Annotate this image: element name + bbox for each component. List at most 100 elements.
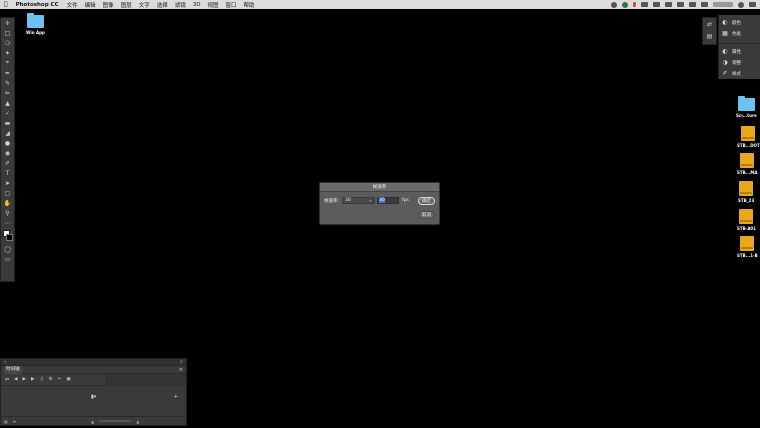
screenmode-icon[interactable]: ▭ [1,254,14,264]
path-select-icon[interactable]: ➤ [1,178,14,188]
desktop-drive-5[interactable]: STB...1-B [737,236,758,258]
notification-icon[interactable] [749,2,756,7]
move-icon[interactable]: ✛ [1,18,14,28]
menu-layer[interactable]: 图层 [121,1,132,9]
tab-timeline[interactable]: 时间轴 [4,365,22,374]
styles-icon: ✐ [722,70,728,77]
airplay-icon[interactable] [653,2,660,7]
brush-icon[interactable]: ✏ [1,88,14,98]
menu-file[interactable]: 文件 [67,1,78,9]
zoom-in-icon[interactable]: ▲ [136,419,139,424]
eyedropper-icon[interactable]: ✒ [1,68,14,78]
gradient-icon[interactable]: ◢ [1,128,14,138]
eraser-icon[interactable]: ▬ [1,118,14,128]
dodge-icon[interactable]: ◉ [1,148,14,158]
info-icon[interactable]: ▤ [703,30,716,42]
transition-icon[interactable]: ▣ [66,377,70,382]
pen-icon[interactable]: ✐ [1,158,14,168]
colors-icon[interactable] [1,228,14,244]
folder-icon [26,13,44,28]
frame-rate-input[interactable]: 30 [377,197,400,204]
zoom-out-icon[interactable]: ▲ [91,419,94,424]
zoom-slider[interactable] [99,420,132,422]
display-icon[interactable] [641,2,648,7]
convert-icon[interactable]: ▦ [4,419,8,424]
frame-rate-select[interactable]: 30 ⌄ [342,197,376,204]
play-icon[interactable]: ▶ [23,377,26,382]
history-brush-icon[interactable]: ✓ [1,108,14,118]
menu-edit[interactable]: 编辑 [85,1,96,9]
frame-rate-row: 帧速率: 30 ⌄ 30 fps [324,197,409,204]
app-status-icon[interactable] [622,1,628,8]
cancel-button[interactable]: 取消 [418,211,435,219]
panel-item-adjustments[interactable]: ◑ 调整 [719,57,760,68]
timeline-ruler[interactable] [106,373,186,386]
desktop-drive-1[interactable]: STB...DOT [737,126,760,148]
creative-cloud-icon[interactable] [611,1,617,8]
split-icon[interactable]: ✂ [58,377,62,382]
lasso-icon[interactable]: ❍ [1,38,14,48]
desktop-drive-4[interactable]: STB-A01 [737,209,756,231]
ok-button[interactable]: 确定 [418,197,435,205]
menu-3d[interactable]: 3D [193,2,201,8]
spotlight-icon[interactable] [738,1,744,8]
panel-item-properties[interactable]: ◐ 属性 [719,46,760,57]
frame-rate-select-value: 30 [345,198,351,203]
panel-item-swatches[interactable]: ▦ 色板 [719,28,760,39]
apple-icon[interactable]:  [4,1,8,8]
panel-menu-icon[interactable]: ≡ [179,367,183,373]
menu-help[interactable]: 帮助 [244,1,255,9]
clock-icon[interactable] [713,2,733,7]
collapse-icon[interactable]: « [4,359,6,365]
hand-icon[interactable]: ✋ [1,198,14,208]
blur-icon[interactable]: ● [1,138,14,148]
chevron-down-icon: ⌄ [368,197,373,202]
record-icon[interactable] [633,2,636,7]
app-name-menu[interactable]: Photoshop CC [16,2,59,8]
menu-type[interactable]: 文字 [139,1,150,9]
close-icon[interactable]: × [180,359,183,365]
menu-select[interactable]: 选择 [157,1,168,9]
marquee-icon[interactable]: □ [1,28,14,38]
battery-icon[interactable] [689,2,696,7]
prev-frame-icon[interactable]: ◀ [14,377,17,382]
next-frame-icon[interactable]: ▶ [31,377,34,382]
type-icon[interactable]: T [1,168,14,178]
stamp-icon[interactable]: ▲ [1,98,14,108]
panel-item-styles[interactable]: ✐ 样式 [719,68,760,79]
desktop-drive-2[interactable]: STB...MA [737,153,757,175]
quickmask-icon[interactable]: ◯ [1,244,14,254]
properties-icon: ◐ [722,48,728,55]
user-icon[interactable] [701,2,708,7]
crop-icon[interactable]: ⌖ [1,58,14,68]
history-icon[interactable]: ⇄ [703,18,716,30]
render-icon[interactable]: ➦ [13,419,16,424]
audio-icon[interactable]: ♫ [39,377,43,382]
create-timeline-icon[interactable]: ▮▾ [91,394,96,400]
more-icon[interactable]: ⋯ [1,218,14,228]
frame-rate-dialog: 帧速率 帧速率: 30 ⌄ 30 fps 确定 取消 [319,182,440,225]
desktop-item-label: STB...DOT [737,143,760,148]
wifi-icon[interactable] [677,2,684,7]
frame-rate-input-value: 30 [379,198,385,203]
drive-icon [740,153,755,168]
settings-icon[interactable]: ⚙ [49,377,53,382]
timeline-footer: ▦ ➦ ▲ ▲ [1,416,186,425]
menu-image[interactable]: 图像 [103,1,114,9]
desktop-drive-3[interactable]: STB_23 [738,181,754,203]
healing-icon[interactable]: ✎ [1,78,14,88]
folder-icon [737,96,755,111]
add-track-icon[interactable]: + [174,394,178,400]
panel-item-color[interactable]: ◐ 颜色 [719,17,760,28]
desktop-folder-screenshots[interactable]: Scr...ture [736,96,757,118]
rectangle-icon[interactable]: ▢ [1,188,14,198]
zoom-icon[interactable]: ⚲ [1,208,14,218]
bluetooth-icon[interactable] [665,2,672,7]
magic-wand-icon[interactable]: ✦ [1,48,14,58]
menu-filter[interactable]: 滤镜 [175,1,186,9]
menu-window[interactable]: 窗口 [226,1,237,9]
timeline-body: ▮▾ + [1,386,186,408]
first-frame-icon[interactable]: ⏮ [5,377,9,383]
menu-view[interactable]: 视图 [207,1,218,9]
desktop-folder-win-app[interactable]: Win App [26,13,45,35]
